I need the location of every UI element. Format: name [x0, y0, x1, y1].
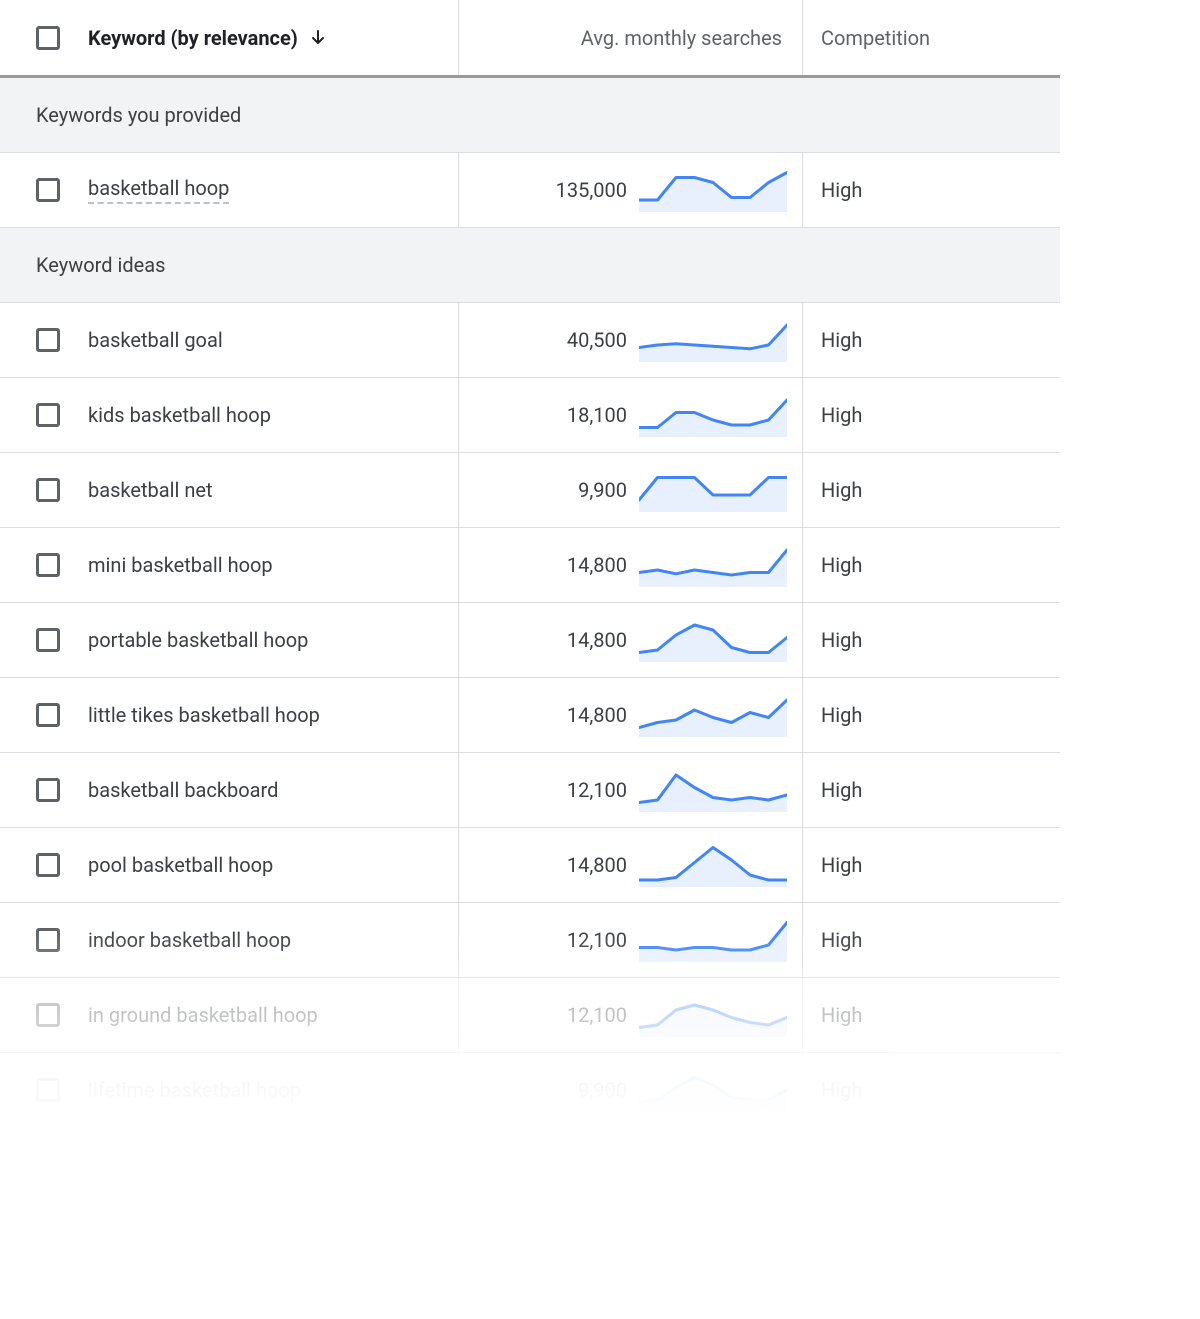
sparkline-icon — [639, 993, 787, 1037]
keyword-text[interactable]: indoor basketball hoop — [88, 928, 291, 952]
column-header-competition[interactable]: Competition — [821, 26, 930, 50]
sparkline-icon — [639, 693, 787, 737]
sparkline-icon — [639, 1068, 787, 1112]
table-row: basketball hoop 135,000 High — [0, 153, 1060, 228]
sparkline-icon — [639, 618, 787, 662]
competition-value: High — [821, 628, 862, 652]
sparkline-icon — [639, 468, 787, 512]
keyword-text[interactable]: portable basketball hoop — [88, 628, 308, 652]
sparkline-icon — [639, 843, 787, 887]
table-row: mini basketball hoop 14,800 High — [0, 528, 1060, 603]
searches-value: 9,900 — [578, 1078, 627, 1102]
keyword-text[interactable]: little tikes basketball hoop — [88, 703, 320, 727]
row-checkbox[interactable] — [36, 178, 60, 202]
competition-value: High — [821, 1078, 862, 1102]
table-row: lifetime basketball hoop 9,900 High — [0, 1053, 1060, 1128]
competition-value: High — [821, 178, 862, 202]
keyword-text[interactable]: lifetime basketball hoop — [88, 1078, 301, 1102]
row-checkbox[interactable] — [36, 403, 60, 427]
row-checkbox[interactable] — [36, 853, 60, 877]
row-checkbox[interactable] — [36, 628, 60, 652]
keyword-text[interactable]: in ground basketball hoop — [88, 1003, 318, 1027]
keyword-text[interactable]: pool basketball hoop — [88, 853, 273, 877]
competition-value: High — [821, 703, 862, 727]
keyword-text[interactable]: basketball hoop — [88, 176, 229, 204]
row-checkbox[interactable] — [36, 1078, 60, 1102]
row-checkbox[interactable] — [36, 778, 60, 802]
searches-value: 18,100 — [567, 403, 627, 427]
table-row: kids basketball hoop 18,100 High — [0, 378, 1060, 453]
sparkline-icon — [639, 318, 787, 362]
searches-value: 12,100 — [567, 928, 627, 952]
table-header-row: Keyword (by relevance) Avg. monthly sear… — [0, 0, 1060, 78]
competition-value: High — [821, 853, 862, 877]
section-ideas: Keyword ideas — [0, 228, 1060, 303]
section-provided-label: Keywords you provided — [36, 103, 241, 127]
table-row: basketball net 9,900 High — [0, 453, 1060, 528]
table-row: little tikes basketball hoop 14,800 High — [0, 678, 1060, 753]
searches-value: 135,000 — [556, 178, 627, 202]
keyword-text[interactable]: mini basketball hoop — [88, 553, 273, 577]
table-row: pool basketball hoop 14,800 High — [0, 828, 1060, 903]
table-row: indoor basketball hoop 12,100 High — [0, 903, 1060, 978]
row-checkbox[interactable] — [36, 553, 60, 577]
sparkline-icon — [639, 918, 787, 962]
competition-value: High — [821, 928, 862, 952]
sort-arrow-down-icon[interactable] — [308, 28, 328, 48]
keyword-text[interactable]: basketball goal — [88, 328, 223, 352]
section-provided: Keywords you provided — [0, 78, 1060, 153]
competition-value: High — [821, 328, 862, 352]
searches-value: 14,800 — [567, 628, 627, 652]
table-row: basketball goal 40,500 High — [0, 303, 1060, 378]
competition-value: High — [821, 478, 862, 502]
table-row: basketball backboard 12,100 High — [0, 753, 1060, 828]
searches-value: 12,100 — [567, 778, 627, 802]
searches-value: 14,800 — [567, 853, 627, 877]
row-checkbox[interactable] — [36, 703, 60, 727]
row-checkbox[interactable] — [36, 328, 60, 352]
competition-value: High — [821, 778, 862, 802]
column-header-searches[interactable]: Avg. monthly searches — [581, 26, 782, 50]
sparkline-icon — [639, 768, 787, 812]
searches-value: 9,900 — [578, 478, 627, 502]
searches-value: 40,500 — [567, 328, 627, 352]
select-all-checkbox[interactable] — [36, 26, 60, 50]
keyword-table: Keyword (by relevance) Avg. monthly sear… — [0, 0, 1060, 1128]
row-checkbox[interactable] — [36, 928, 60, 952]
keyword-text[interactable]: kids basketball hoop — [88, 403, 271, 427]
sparkline-icon — [639, 393, 787, 437]
sparkline-icon — [639, 168, 787, 212]
keyword-text[interactable]: basketball net — [88, 478, 213, 502]
sparkline-icon — [639, 543, 787, 587]
searches-value: 14,800 — [567, 703, 627, 727]
table-row: portable basketball hoop 14,800 High — [0, 603, 1060, 678]
competition-value: High — [821, 553, 862, 577]
row-checkbox[interactable] — [36, 1003, 60, 1027]
competition-value: High — [821, 1003, 862, 1027]
section-ideas-label: Keyword ideas — [36, 253, 165, 277]
column-header-keyword[interactable]: Keyword (by relevance) — [88, 26, 298, 50]
row-checkbox[interactable] — [36, 478, 60, 502]
table-row: in ground basketball hoop 12,100 High — [0, 978, 1060, 1053]
competition-value: High — [821, 403, 862, 427]
searches-value: 14,800 — [567, 553, 627, 577]
keyword-text[interactable]: basketball backboard — [88, 778, 278, 802]
searches-value: 12,100 — [567, 1003, 627, 1027]
